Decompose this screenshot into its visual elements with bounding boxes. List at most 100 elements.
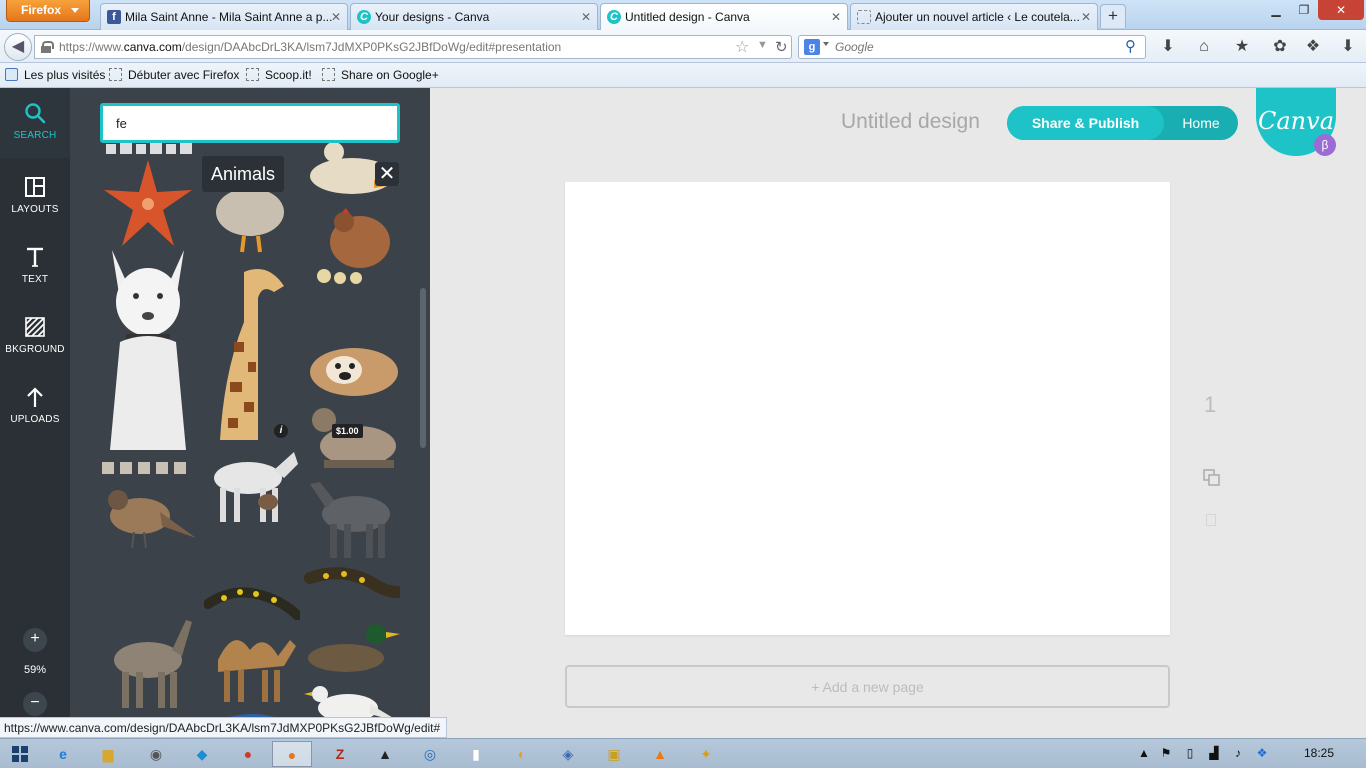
dropbox-icon[interactable]: ❖: [1254, 745, 1270, 761]
window-restore-button[interactable]: ❐: [1290, 0, 1318, 20]
internet-explorer-icon[interactable]: e: [43, 741, 83, 767]
image-result-grey-pony[interactable]: [304, 478, 400, 560]
image-result-lamb[interactable]: [304, 404, 400, 472]
bookmark-most-visited[interactable]: Les plus visités: [5, 68, 105, 82]
extension-icon[interactable]: ✿: [1270, 37, 1290, 57]
new-tab-button[interactable]: +: [1100, 4, 1126, 28]
tool-uploads[interactable]: UPLOADS: [0, 372, 70, 438]
misc-app-icon[interactable]: ✦: [686, 741, 726, 767]
zoom-out-button[interactable]: −: [23, 692, 47, 716]
tab-ajouter-article[interactable]: Ajouter un nouvel article ‹ Le coutela..…: [850, 3, 1098, 30]
media-app-icon[interactable]: ◐: [502, 741, 542, 767]
file-explorer-icon[interactable]: ▆: [88, 741, 128, 767]
download-icon[interactable]: ⬇: [1158, 37, 1178, 57]
layouts-icon: [25, 177, 45, 197]
inkscape-icon[interactable]: ▲: [365, 741, 405, 767]
tool-text[interactable]: TEXT: [0, 232, 70, 298]
tool-label: BKGROUND: [5, 344, 65, 355]
results-scrollbar[interactable]: [420, 288, 426, 448]
volume-icon[interactable]: ♪: [1230, 745, 1246, 761]
close-icon[interactable]: ✕: [831, 10, 841, 24]
image-result-cats-row[interactable]: [100, 460, 196, 476]
bookmarks-menu-icon[interactable]: ★: [1232, 37, 1252, 57]
info-icon[interactable]: i: [274, 424, 288, 438]
image-result-giraffe[interactable]: [204, 262, 300, 440]
chrome-icon[interactable]: ●: [228, 741, 268, 767]
search-input[interactable]: fe: [100, 103, 400, 143]
tool-background[interactable]: BKGROUND: [0, 302, 70, 368]
tab-your-designs[interactable]: C Your designs - Canva ✕: [350, 3, 598, 30]
design-page-canvas[interactable]: [565, 182, 1170, 635]
tool-label: UPLOADS: [10, 414, 60, 425]
search-input[interactable]: Google: [835, 40, 874, 54]
archive-tool-icon[interactable]: ▣: [594, 741, 634, 767]
home-icon[interactable]: ⌂: [1194, 37, 1214, 57]
close-icon[interactable]: ✕: [581, 10, 591, 24]
bookmark-scoopit[interactable]: Scoop.it!: [246, 68, 312, 82]
url-bar[interactable]: https://www.canva.com/design/DAAbcDrL3KA…: [34, 35, 792, 59]
tab-untitled-design[interactable]: C Untitled design - Canva ✕: [600, 3, 848, 31]
image-result-newt[interactable]: [304, 562, 400, 608]
bookmark-getting-started[interactable]: Débuter avec Firefox: [109, 68, 239, 82]
image-result-white-horse[interactable]: [204, 444, 300, 526]
tool-layouts[interactable]: LAYOUTS: [0, 162, 70, 228]
bookmarks-toolbar: Les plus visités Débuter avec Firefox Sc…: [0, 63, 1366, 88]
search-bar[interactable]: g Google ⚲: [798, 35, 1146, 59]
image-result-bulldog[interactable]: [304, 342, 400, 398]
delete-page-icon[interactable]: [1206, 514, 1216, 526]
flag-icon[interactable]: ⚑: [1158, 745, 1174, 761]
reload-icon[interactable]: ↻: [775, 38, 788, 56]
image-result-starfish[interactable]: [100, 156, 196, 252]
tool-rail: SEARCH LAYOUTS TEXT BKGROUND UPLOADS + 5…: [0, 88, 70, 738]
notepad-icon[interactable]: ▮: [456, 741, 496, 767]
image-result-white-dog[interactable]: [100, 250, 196, 452]
firefox-menu-button[interactable]: Firefox: [6, 0, 90, 22]
virtualbox-icon[interactable]: ◈: [548, 741, 588, 767]
home-button[interactable]: Home: [1164, 106, 1238, 140]
copy-page-icon[interactable]: [1203, 469, 1221, 487]
teamviewer-icon[interactable]: ◎: [410, 741, 450, 767]
window-close-button[interactable]: ✕: [1318, 0, 1364, 20]
back-button[interactable]: ◀: [4, 33, 32, 61]
bookmark-share-google[interactable]: Share on Google+: [322, 68, 439, 82]
design-title[interactable]: Untitled design: [841, 110, 980, 134]
browser-tab-bar: Firefox f Mila Saint Anne - Mila Saint A…: [0, 0, 1366, 31]
download-status-icon[interactable]: ⬇: [1338, 37, 1358, 57]
add-new-page-button[interactable]: + Add a new page: [565, 665, 1170, 708]
image-result-salamander[interactable]: [204, 576, 300, 620]
close-collection-button[interactable]: ✕: [375, 162, 399, 186]
gimp-icon[interactable]: ◉: [136, 741, 176, 767]
chevron-down-icon[interactable]: [823, 42, 829, 46]
google-icon[interactable]: g: [804, 39, 820, 55]
image-result-sparrow[interactable]: [100, 482, 196, 554]
tab-facebook[interactable]: f Mila Saint Anne - Mila Saint Anne a p.…: [100, 3, 348, 30]
share-publish-button[interactable]: Share & Publish: [1007, 106, 1164, 140]
magnifier-icon[interactable]: ⚲: [1125, 37, 1136, 55]
url-text: https://www.canva.com/design/DAAbcDrL3KA…: [59, 40, 561, 54]
bookmark-star-icon[interactable]: ☆: [735, 37, 749, 57]
vlc-icon[interactable]: ▲: [640, 741, 680, 767]
twitter-icon[interactable]: ◆: [182, 741, 222, 767]
network-signal-icon[interactable]: ▟: [1206, 745, 1222, 761]
zoom-in-button[interactable]: +: [23, 628, 47, 652]
image-result-mallard[interactable]: [304, 620, 400, 676]
tab-title: Your designs - Canva: [375, 10, 490, 24]
windows-start-icon[interactable]: [0, 741, 40, 767]
tray-expand-icon[interactable]: ▲: [1136, 745, 1152, 761]
tool-search[interactable]: SEARCH: [0, 88, 70, 158]
firefox-icon[interactable]: ●: [272, 741, 312, 767]
addon-icon[interactable]: ❖: [1303, 37, 1323, 57]
tab-title: Untitled design - Canva: [625, 10, 750, 24]
image-result-camel[interactable]: [204, 620, 300, 704]
window-minimize-button[interactable]: ▁: [1262, 0, 1290, 20]
tool-label: SEARCH: [13, 130, 57, 141]
image-result-small-animals[interactable]: [104, 142, 196, 154]
filezilla-icon[interactable]: Z: [320, 741, 360, 767]
image-result-hen-chicks[interactable]: [304, 208, 400, 286]
close-icon[interactable]: ✕: [331, 10, 341, 24]
image-result-donkey[interactable]: [100, 620, 196, 712]
history-dropdown-icon[interactable]: ▼: [757, 39, 768, 51]
taskbar-clock[interactable]: 18:25: [1304, 746, 1334, 760]
battery-icon[interactable]: ▯: [1182, 745, 1198, 761]
close-icon[interactable]: ✕: [1081, 10, 1091, 24]
